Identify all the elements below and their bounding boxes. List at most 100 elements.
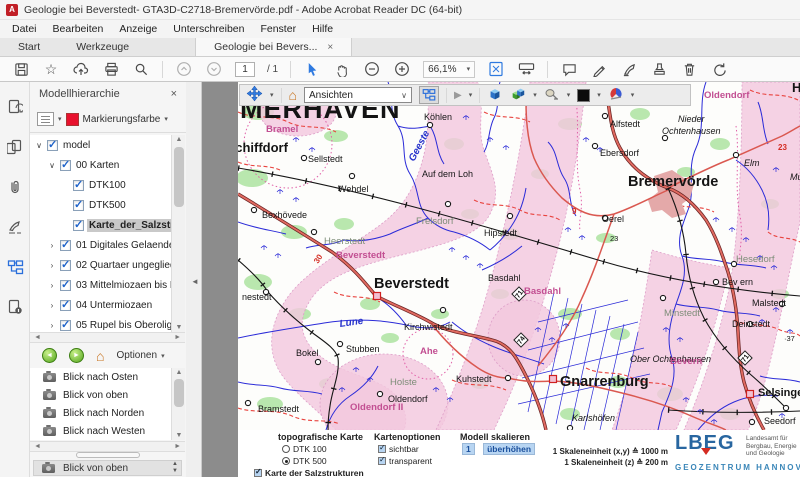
menu-datei[interactable]: Datei	[4, 21, 45, 37]
panel-close-icon[interactable]: ×	[171, 88, 177, 100]
chevron-down-icon[interactable]: ▾	[58, 115, 62, 123]
fit-width-icon[interactable]	[517, 60, 535, 78]
tree-item[interactable]: DTK100	[30, 175, 171, 195]
scroll-left-icon[interactable]: ◄	[34, 334, 41, 341]
zoom-level-dropdown[interactable]: 66,1%▾	[423, 61, 475, 78]
chevron-down-icon[interactable]: ▾	[597, 91, 601, 99]
tree-vertical-scrollbar[interactable]: ▲ ▼	[171, 135, 185, 332]
scroll-right-icon[interactable]: ►	[174, 443, 181, 450]
tree-checkbox[interactable]	[73, 180, 84, 191]
render-mode-cube-icon[interactable]	[510, 86, 526, 105]
scroll-right-icon[interactable]: ►	[174, 334, 181, 341]
zoom-out-icon[interactable]	[363, 60, 381, 78]
tree-item[interactable]: ›05 Rupel bis Oberoligozaen	[30, 315, 171, 332]
radio-selected-icon[interactable]	[282, 457, 290, 465]
hand-tool-icon[interactable]	[333, 60, 351, 78]
view-item[interactable]: Blick nach Norden	[30, 404, 171, 422]
chevron-icon[interactable]: ›	[47, 241, 57, 250]
zoom-in-icon[interactable]	[393, 60, 411, 78]
print-icon[interactable]	[102, 60, 120, 78]
visible-checkbox[interactable]: sichtbar	[378, 444, 419, 454]
geological-map[interactable]: 747171 MERHAVENschiffdorfBramelSellstedt…	[238, 82, 800, 430]
options-dropdown[interactable]: Optionen▾	[116, 350, 164, 361]
tab-close-icon[interactable]: ×	[327, 42, 333, 53]
tree-checkbox[interactable]	[60, 320, 71, 331]
menu-hilfe[interactable]: Hilfe	[304, 21, 341, 37]
marker-color-swatch[interactable]	[66, 113, 79, 126]
previous-page-icon[interactable]	[175, 60, 193, 78]
tree-item[interactable]: ∨model	[30, 135, 171, 155]
tree-checkbox[interactable]	[60, 300, 71, 311]
tab-start[interactable]: Start	[0, 38, 58, 56]
tree-checkbox[interactable]	[60, 260, 71, 271]
tree-checkbox[interactable]	[60, 280, 71, 291]
exaggerate-button[interactable]: überhöhen	[483, 443, 535, 455]
tree-checkbox[interactable]	[73, 200, 84, 211]
scroll-left-icon[interactable]: ◄	[34, 443, 41, 450]
background-color-swatch[interactable]	[577, 89, 590, 102]
stamp-icon[interactable]	[650, 60, 668, 78]
home-view-icon[interactable]: ⌂	[96, 350, 104, 362]
view-item[interactable]: Blick nach Osten	[30, 368, 171, 386]
radio-dtk500[interactable]: DTK 500	[282, 456, 327, 466]
collapse-left-icon[interactable]: ◄	[191, 277, 199, 286]
default-view-cube-icon[interactable]	[487, 86, 503, 105]
model-tree-toggle-icon[interactable]	[419, 86, 439, 104]
menu-fenster[interactable]: Fenster	[252, 21, 304, 37]
scroll-down-icon[interactable]: ▼	[172, 432, 186, 439]
pan-icon[interactable]	[246, 85, 263, 105]
chevron-icon[interactable]: ›	[47, 261, 57, 270]
scrollbar-thumb[interactable]	[174, 379, 184, 407]
views-select[interactable]: Ansichten∨	[304, 87, 412, 103]
checkbox-checked-icon[interactable]	[254, 469, 262, 477]
chevron-icon[interactable]: ›	[47, 321, 57, 330]
menu-bearbeiten[interactable]: Bearbeiten	[45, 21, 112, 37]
trash-icon[interactable]	[680, 60, 698, 78]
chevron-down-icon[interactable]: ▾	[469, 91, 473, 99]
chevron-down-icon[interactable]: ▾	[164, 115, 168, 123]
radio-icon[interactable]	[282, 445, 290, 453]
cloud-upload-icon[interactable]	[72, 60, 90, 78]
chevron-down-icon[interactable]: ▾	[567, 91, 571, 99]
attachments-icon[interactable]	[0, 172, 30, 202]
transparent-checkbox[interactable]: transparent	[378, 456, 432, 466]
star-icon[interactable]: ☆	[42, 60, 60, 78]
lighting-icon[interactable]	[544, 86, 560, 105]
tab-document[interactable]: Geologie bei Bevers... ×	[195, 38, 352, 56]
tree-item[interactable]: ›02 Quartaer ungegliedert	[30, 255, 171, 275]
scroll-down-icon[interactable]: ▼	[172, 324, 186, 331]
chevron-icon[interactable]: ›	[47, 281, 57, 290]
scroll-up-icon[interactable]: ▲	[172, 369, 186, 376]
tree-item[interactable]: ∨00 Karten	[30, 155, 171, 175]
tree-item[interactable]: ›04 Untermiozaen	[30, 295, 171, 315]
document-info-icon[interactable]	[0, 292, 30, 322]
list-options-icon[interactable]	[37, 112, 54, 126]
views-vertical-scrollbar[interactable]: ▲ ▼	[171, 368, 185, 440]
chevron-down-icon[interactable]: ▾	[631, 91, 635, 99]
scrollbar-thumb[interactable]	[174, 147, 184, 207]
tree-item[interactable]: Karte_der_Salzstrukturen	[30, 215, 171, 235]
panel-collapse-strip[interactable]: ◄	[186, 82, 202, 477]
view-spinner[interactable]: ▲▼	[172, 461, 178, 475]
checkbox-checked-icon[interactable]	[378, 445, 386, 453]
signature-pen-icon[interactable]	[0, 212, 30, 242]
save-icon[interactable]	[12, 60, 30, 78]
convert-page-icon[interactable]	[0, 92, 30, 122]
home-view-icon[interactable]: ⌂	[289, 89, 297, 101]
tree-checkbox[interactable]	[73, 220, 84, 231]
tree-checkbox[interactable]	[47, 140, 58, 151]
view-item[interactable]: Blick nach Westen	[30, 422, 171, 440]
search-icon[interactable]	[132, 60, 150, 78]
rotate-icon[interactable]	[710, 60, 728, 78]
cross-section-icon[interactable]	[608, 86, 624, 105]
scale-value-field[interactable]: 1	[462, 443, 475, 455]
comment-icon[interactable]	[560, 60, 578, 78]
current-view-row[interactable]: Blick von oben ▲▼	[33, 460, 182, 476]
pdf-page[interactable]: 747171 MERHAVENschiffdorfBramelSellstedt…	[238, 82, 800, 477]
previous-view-button[interactable]: ◄	[42, 348, 57, 363]
scroll-up-icon[interactable]: ▲	[172, 136, 186, 143]
chevron-icon[interactable]: ∨	[34, 141, 44, 150]
tree-horizontal-scrollbar[interactable]: ◄►	[30, 332, 185, 343]
next-page-icon[interactable]	[205, 60, 223, 78]
menu-anzeige[interactable]: Anzeige	[111, 21, 165, 37]
